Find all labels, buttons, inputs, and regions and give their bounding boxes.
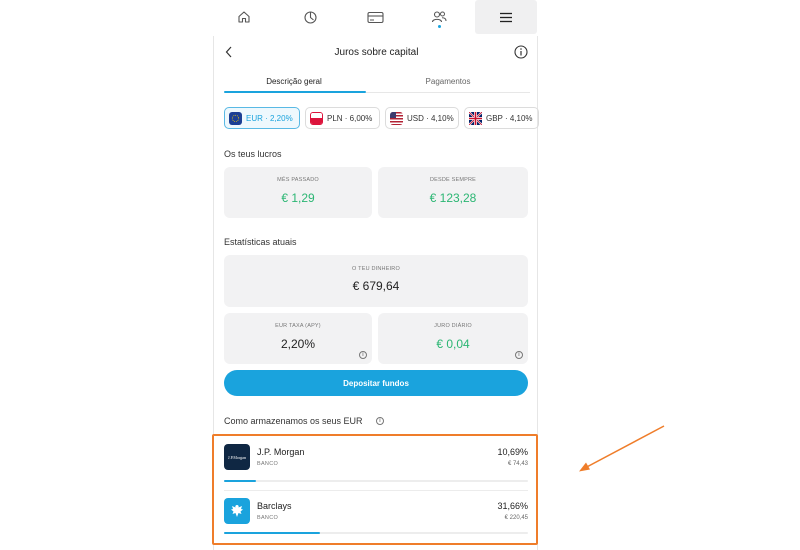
- last-month-value: € 1,29: [281, 191, 315, 205]
- us-flag-icon: [390, 111, 403, 125]
- currency-chip-usd[interactable]: USD · 4,10%: [385, 107, 459, 129]
- stats-section-title: Estatísticas atuais: [224, 237, 297, 247]
- your-money-value: € 679,64: [352, 279, 400, 293]
- rate-card: EUR TAXA (APY) 2,20% i: [224, 313, 372, 364]
- currency-chip-pln[interactable]: PLN · 6,00%: [305, 107, 380, 129]
- info-icon: [514, 45, 528, 59]
- currency-chip-label: GBP · 4,10%: [486, 113, 533, 123]
- chart-icon: [303, 10, 317, 24]
- notification-dot: [438, 25, 441, 28]
- daily-interest-label: JURO DIÁRIO: [434, 323, 472, 329]
- daily-interest-card: JURO DIÁRIO € 0,04 i: [378, 313, 528, 364]
- tab-payments[interactable]: Pagamentos: [378, 77, 518, 86]
- currency-chip-gbp[interactable]: GBP · 4,10%: [464, 107, 539, 129]
- info-button[interactable]: [514, 45, 528, 59]
- currency-chip-eur[interactable]: EUR · 2,20%: [224, 107, 300, 129]
- storage-section-title: Como armazenamos os seus EUR: [224, 416, 363, 426]
- profits-section-title: Os teus lucros: [224, 149, 282, 159]
- eu-flag-icon: [229, 111, 242, 125]
- top-navigation: [213, 0, 538, 36]
- rate-value: 2,20%: [280, 337, 316, 351]
- nav-stats-button[interactable]: [279, 0, 341, 34]
- pl-flag-icon: [310, 111, 323, 125]
- home-icon: [238, 11, 250, 23]
- rate-label: EUR TAXA (APY): [275, 323, 321, 329]
- nav-social-button[interactable]: [408, 0, 470, 34]
- tab-overview[interactable]: Descrição geral: [224, 77, 364, 86]
- all-time-value: € 123,28: [429, 191, 477, 205]
- all-time-card: DESDE SEMPRE € 123,28: [378, 167, 528, 218]
- currency-chip-label: PLN · 6,00%: [327, 113, 373, 123]
- last-month-card: MÊS PASSADO € 1,29: [224, 167, 372, 218]
- active-tab-indicator: [224, 91, 366, 93]
- uk-flag-icon: [469, 111, 482, 125]
- storage-info-icon[interactable]: i: [376, 417, 384, 425]
- menu-icon: [500, 12, 512, 22]
- nav-home-button[interactable]: [213, 0, 275, 34]
- rate-info-icon[interactable]: i: [359, 351, 367, 359]
- annotation-highlight-box: [212, 434, 538, 545]
- people-icon: [431, 11, 447, 23]
- all-time-label: DESDE SEMPRE: [429, 177, 477, 183]
- currency-chip-label: USD · 4,10%: [407, 113, 454, 123]
- your-money-card: O TEU DINHEIRO € 679,64: [224, 255, 528, 307]
- last-month-label: MÊS PASSADO: [277, 177, 319, 183]
- your-money-label: O TEU DINHEIRO: [352, 266, 400, 272]
- nav-menu-button[interactable]: [475, 0, 537, 34]
- page-title: Juros sobre capital: [334, 47, 419, 58]
- tab-divider: [366, 92, 530, 93]
- daily-interest-value: € 0,04: [436, 337, 470, 351]
- currency-chip-label: EUR · 2,20%: [246, 113, 293, 123]
- daily-info-icon[interactable]: i: [515, 351, 523, 359]
- deposit-funds-button[interactable]: Depositar fundos: [224, 370, 528, 396]
- annotation-arrow-icon: [579, 425, 665, 472]
- card-icon: [366, 11, 384, 23]
- nav-card-button[interactable]: [344, 0, 406, 34]
